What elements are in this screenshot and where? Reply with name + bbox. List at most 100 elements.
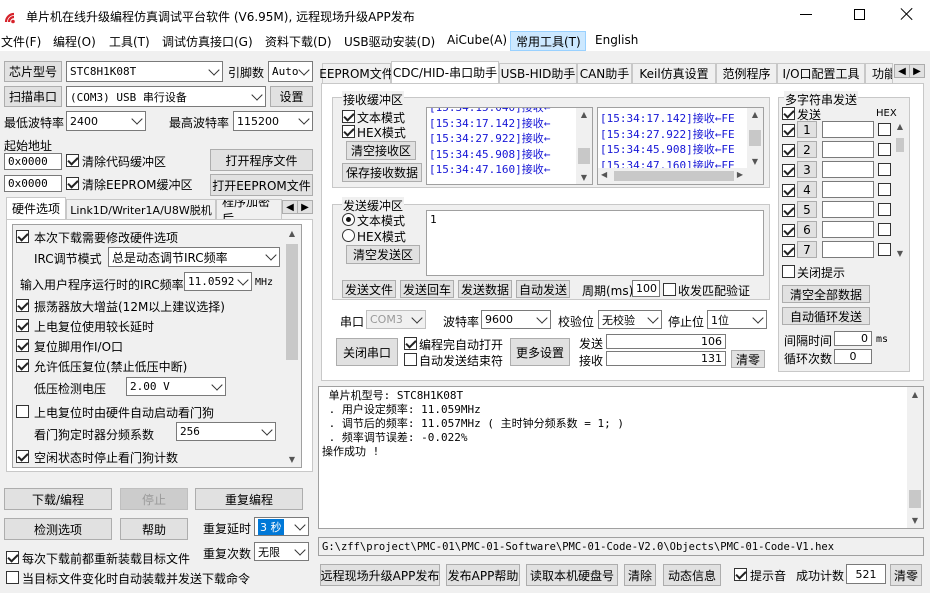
settings-button[interactable]: 设置 (270, 86, 313, 107)
multi-row-send-button[interactable]: 2 (797, 141, 817, 158)
close-hint-checkbox[interactable] (782, 265, 795, 278)
chip-model-select[interactable]: STC8H1K08T (66, 61, 223, 82)
reset-io-checkbox[interactable] (16, 339, 29, 352)
wdt-select[interactable]: 256 (176, 422, 276, 441)
irc-mode-select[interactable]: 总是动态调节IRC频率 (108, 247, 280, 267)
multi-row-input[interactable] (822, 141, 874, 158)
tab-keil[interactable]: Keil仿真设置 (632, 63, 716, 83)
tab-scroll-left[interactable]: ◀ (894, 64, 910, 78)
send-enter-button[interactable]: 发送回车 (400, 280, 454, 298)
more-settings-button[interactable]: 更多设置 (510, 338, 570, 366)
multi-row-input[interactable] (822, 121, 874, 138)
send-data-button[interactable]: 发送数据 (458, 280, 512, 298)
modify-hw-checkbox[interactable] (16, 230, 29, 243)
send-file-button[interactable]: 发送文件 (342, 280, 396, 298)
download-button[interactable]: 下载/编程 (4, 488, 112, 510)
stop-bit-select[interactable]: 1位 (707, 310, 767, 329)
match-verify-checkbox[interactable] (663, 283, 676, 296)
minimize-button[interactable] (800, 14, 812, 15)
multi-send-scrollbar[interactable]: ▲ ▼ (893, 120, 907, 260)
close-button[interactable] (898, 5, 916, 23)
multi-row-hex-checkbox[interactable] (878, 123, 891, 136)
chip-model-button[interactable]: 芯片型号 (4, 61, 62, 82)
multi-row-send-button[interactable]: 6 (797, 221, 817, 238)
repeat-delay-select[interactable]: 3 秒 (254, 517, 309, 536)
read-disk-button[interactable]: 读取本机硬盘号 (526, 564, 618, 586)
loop-count-input[interactable]: 0 (834, 349, 872, 364)
tab-more[interactable]: 功能 (865, 63, 893, 83)
tab-eeprom[interactable]: EEPROM文件 (319, 63, 394, 83)
output-scrollbar[interactable]: ▲ ▼ (907, 387, 923, 528)
multi-row-checkbox[interactable] (782, 244, 795, 257)
eeprom-address-input[interactable]: 0x0000 (4, 175, 62, 192)
clear-output-button[interactable]: 清除 (624, 564, 656, 586)
clear-success-button[interactable]: 清零 (890, 564, 922, 586)
multi-row-checkbox[interactable] (782, 204, 795, 217)
menu-english[interactable]: English (595, 33, 638, 47)
tab-usb-hid[interactable]: USB-HID助手 (499, 63, 577, 83)
remote-upgrade-button[interactable]: 远程现场升级APP发布 (320, 564, 440, 586)
clear-count-button[interactable]: 清零 (731, 350, 765, 368)
idle-wdt-checkbox[interactable] (16, 450, 29, 463)
multi-row-hex-checkbox[interactable] (878, 183, 891, 196)
multi-row-send-button[interactable]: 3 (797, 161, 817, 178)
lvd-select[interactable]: 2.00 V (126, 377, 226, 396)
send-text-mode-radio[interactable] (342, 213, 355, 226)
clear-code-checkbox[interactable] (66, 154, 79, 167)
multi-row-input[interactable] (822, 241, 874, 258)
tab-can[interactable]: CAN助手 (577, 63, 632, 83)
multi-send-all-checkbox[interactable] (782, 107, 795, 120)
pin-count-select[interactable]: Auto (268, 61, 313, 82)
menu-file[interactable]: 文件(F) (1, 33, 41, 50)
stop-button[interactable]: 停止 (120, 488, 188, 510)
code-address-input[interactable]: 0x0000 (4, 153, 62, 170)
menu-common-tools[interactable]: 常用工具(T) (516, 33, 581, 50)
multi-row-checkbox[interactable] (782, 124, 795, 137)
multi-row-send-button[interactable]: 4 (797, 181, 817, 198)
tab-cdc-serial[interactable]: CDC/HID-串口助手 (391, 61, 499, 83)
multi-row-input[interactable] (822, 161, 874, 178)
multi-row-checkbox[interactable] (782, 224, 795, 237)
multi-row-checkbox[interactable] (782, 164, 795, 177)
min-baud-select[interactable]: 2400 (66, 111, 146, 131)
menu-aicube[interactable]: AiCube(A) (447, 33, 507, 47)
left-tab-encrypt[interactable]: 程序加密后 (216, 199, 282, 219)
open-program-button[interactable]: 打开程序文件 (210, 149, 313, 171)
multi-row-send-button[interactable]: 5 (797, 201, 817, 218)
tip-sound-checkbox[interactable] (734, 568, 747, 581)
left-tab-scroll-right[interactable]: ▶ (297, 200, 313, 214)
tab-io-config[interactable]: I/O口配置工具 (777, 63, 865, 83)
clear-eeprom-checkbox[interactable] (66, 177, 79, 190)
scan-port-button[interactable]: 扫描串口 (4, 86, 62, 107)
period-input[interactable]: 100 (632, 280, 660, 297)
menu-tools[interactable]: 工具(T) (109, 33, 150, 50)
receive-log-right-scrollbar[interactable]: ▲ ▼ (747, 108, 763, 168)
max-baud-select[interactable]: 115200 (233, 111, 313, 131)
interval-input[interactable]: 0 (834, 331, 872, 346)
left-tab-offline[interactable]: Link1D/Writer1A/U8W脱机 (66, 199, 216, 219)
irc-freq-select[interactable]: 11.0592 (184, 272, 252, 291)
tab-examples[interactable]: 范例程序 (716, 63, 777, 83)
auto-send-button[interactable]: 自动发送 (516, 280, 570, 298)
auto-loop-send-button[interactable]: 自动循环发送 (782, 307, 870, 325)
check-options-button[interactable]: 检测选项 (4, 518, 112, 540)
dynamic-info-button[interactable]: 动态信息 (663, 564, 721, 586)
auto-end-checkbox[interactable] (404, 353, 417, 366)
multi-row-input[interactable] (822, 221, 874, 238)
save-receive-button[interactable]: 保存接收数据 (342, 163, 422, 182)
open-eeprom-button[interactable]: 打开EEPROM文件 (210, 174, 313, 196)
publish-help-button[interactable]: 发布APP帮助 (446, 564, 520, 586)
recv-hex-mode-checkbox[interactable] (342, 125, 355, 138)
serial-port-select[interactable]: COM3 (366, 310, 426, 329)
hw-watchdog-checkbox[interactable] (16, 405, 29, 418)
osc-gain-checkbox[interactable] (16, 299, 29, 312)
auto-load-checkbox[interactable] (6, 571, 19, 584)
repeat-count-select[interactable]: 无限 (254, 542, 309, 561)
auto-open-checkbox[interactable] (404, 337, 417, 350)
reprogram-button[interactable]: 重复编程 (195, 488, 303, 510)
left-tab-hardware[interactable]: 硬件选项 (6, 197, 66, 219)
multi-row-hex-checkbox[interactable] (878, 143, 891, 156)
multi-row-input[interactable] (822, 201, 874, 218)
multi-row-hex-checkbox[interactable] (878, 223, 891, 236)
multi-row-checkbox[interactable] (782, 184, 795, 197)
